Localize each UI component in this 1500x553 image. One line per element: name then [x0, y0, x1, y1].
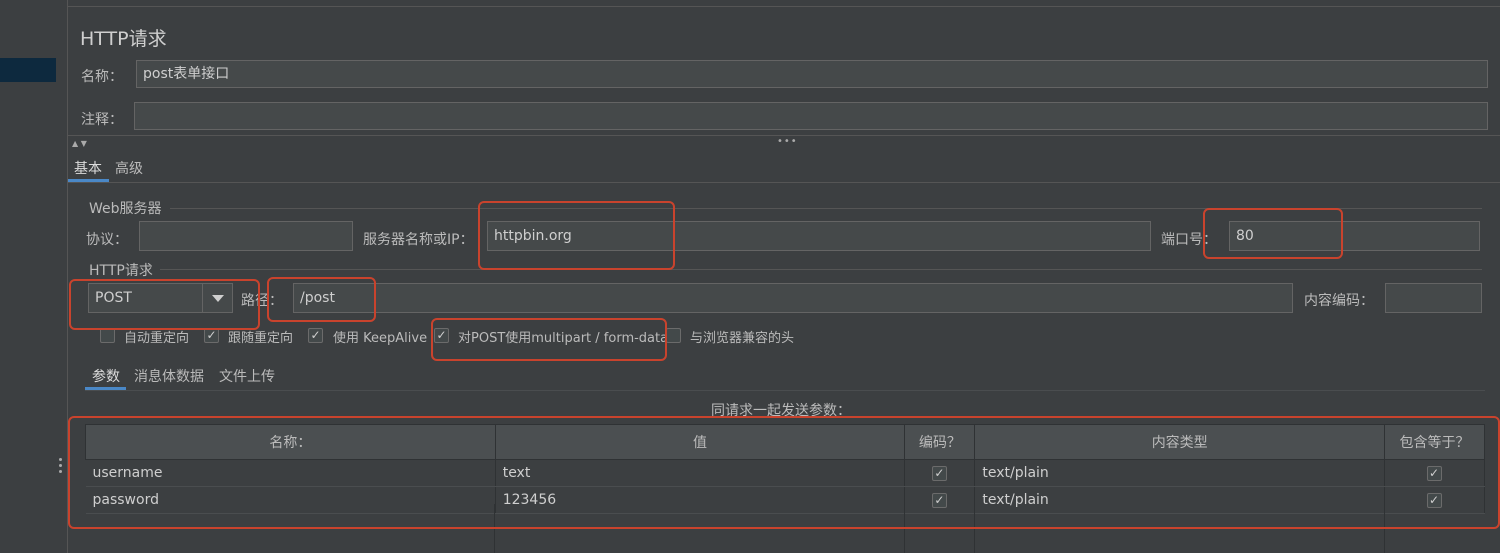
highlight-multipart-box	[431, 318, 667, 361]
http-request-section-line	[160, 269, 1482, 270]
protocol-input[interactable]	[139, 221, 353, 251]
splitter-grip-icon[interactable]	[59, 458, 63, 476]
top-border	[67, 0, 1500, 7]
tree-sidebar	[0, 0, 58, 553]
browser-headers-label: 与浏览器兼容的头	[690, 331, 795, 346]
tab-divider	[67, 182, 1500, 183]
subtab-divider	[85, 390, 1485, 391]
name-input[interactable]: post表单接口	[136, 60, 1488, 88]
tab-basic[interactable]: 基本	[74, 158, 102, 178]
highlight-params-box	[68, 416, 1500, 529]
collapse-arrows-icon[interactable]: ▲ ▼	[72, 139, 87, 148]
page-title: HTTP请求	[80, 28, 167, 50]
subtab-params[interactable]: 参数	[92, 366, 120, 386]
path-input[interactable]: /post	[293, 283, 1293, 313]
protocol-label: 协议：	[86, 232, 128, 248]
highlight-path-box	[267, 277, 376, 322]
encoding-label: 内容编码：	[1304, 293, 1374, 309]
keepalive-label: 使用 KeepAlive	[333, 331, 428, 346]
server-label: 服务器名称或IP：	[363, 232, 474, 248]
browser-headers-checkbox[interactable]	[666, 328, 681, 343]
keepalive-checkbox[interactable]: ✓	[308, 328, 323, 343]
auto-redirect-checkbox[interactable]	[100, 328, 115, 343]
highlight-port-box	[1203, 208, 1343, 259]
highlight-server-box	[478, 201, 675, 270]
subtab-body-data[interactable]: 消息体数据	[134, 366, 204, 386]
name-label: 名称：	[81, 69, 123, 85]
comment-label: 注释：	[81, 112, 123, 128]
split-handle-icon[interactable]: •••	[777, 136, 798, 147]
follow-redirect-checkbox[interactable]: ✓	[204, 328, 219, 343]
web-server-section-title: Web服务器	[89, 201, 162, 217]
tree-selected-row[interactable]	[0, 58, 56, 82]
comment-input[interactable]	[134, 102, 1488, 130]
highlight-method-box	[69, 279, 260, 330]
subtab-file-upload[interactable]: 文件上传	[219, 366, 275, 386]
encoding-input[interactable]	[1385, 283, 1482, 313]
tab-advanced[interactable]: 高级	[115, 158, 143, 178]
http-request-section-title: HTTP请求	[89, 263, 153, 279]
